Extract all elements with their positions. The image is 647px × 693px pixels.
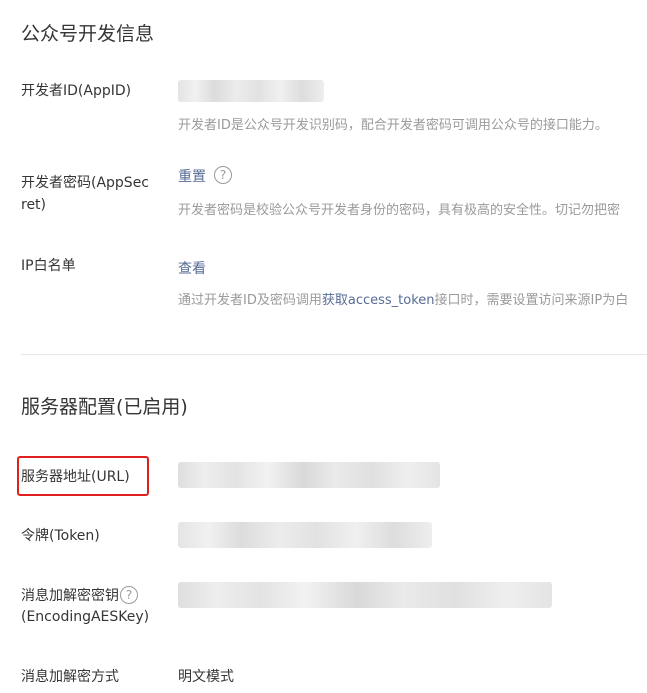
app-id-value-redacted	[178, 80, 324, 102]
token-label: 令牌(Token)	[21, 528, 100, 544]
aes-key-label-line2: (EncodingAESKey)	[21, 609, 150, 625]
question-circle-icon[interactable]: ?	[120, 586, 138, 604]
reset-secret-link[interactable]: 重置	[178, 166, 206, 186]
ip-whitelist-desc-after: 接口时，需要设置访问来源IP为白	[434, 293, 629, 308]
encrypt-mode-value: 明文模式	[178, 669, 234, 685]
server-url-value-redacted	[178, 462, 440, 488]
app-id-description: 开发者ID是公众号开发识别码，配合开发者密码可调用公众号的接口能力。	[178, 118, 608, 133]
app-secret-description: 开发者密码是校验公众号开发者身份的密码，具有极高的安全性。切记勿把密	[178, 203, 621, 218]
encrypt-mode-label: 消息加解密方式	[21, 669, 119, 685]
token-value-redacted	[178, 522, 432, 548]
aes-key-value-redacted	[178, 582, 552, 608]
ip-whitelist-description: 通过开发者ID及密码调用获取access_token接口时，需要设置访问来源IP…	[178, 289, 628, 308]
aes-key-label-line1: 消息加解密密钥	[21, 588, 119, 604]
question-circle-icon[interactable]: ?	[214, 166, 232, 184]
get-access-token-link[interactable]: 获取access_token	[322, 293, 435, 308]
ip-whitelist-desc-before: 通过开发者ID及密码调用	[178, 293, 322, 308]
dev-info-title: 公众号开发信息	[21, 23, 155, 45]
section-divider	[21, 354, 647, 355]
server-config-title: 服务器配置(已启用)	[21, 396, 188, 418]
view-ip-whitelist-link[interactable]: 查看	[178, 258, 206, 278]
server-url-label: 服务器地址(URL)	[21, 469, 130, 485]
app-secret-label: 开发者密码(AppSecret)	[21, 175, 150, 213]
app-id-label: 开发者ID(AppID)	[21, 83, 132, 99]
ip-whitelist-label: IP白名单	[21, 258, 76, 274]
